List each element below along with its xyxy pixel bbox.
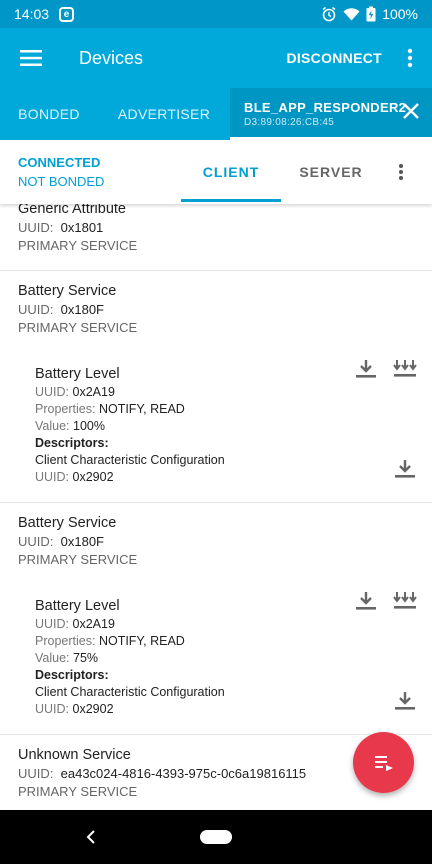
notification-icon: e [59,6,75,22]
characteristic-name: Battery Level [35,598,120,614]
device-address: D3:89:08:26:CB:45 [244,117,335,128]
hamburger-menu-icon [20,50,42,66]
service-name: Battery Service [18,515,117,531]
service-uuid: UUID: 0x180F [18,534,104,549]
wifi-icon [343,8,360,21]
notify-download-icon [393,360,417,377]
descriptor-uuid: UUID: 0x2902 [35,470,114,484]
descriptor-name: Client Characteristic Configuration [35,453,225,467]
close-device-button[interactable] [402,102,420,123]
bond-state-label: NOT BONDED [18,174,105,189]
notify-download-icon [393,592,417,609]
service-uuid: UUID: 0x1801 [18,220,104,235]
read-descriptor-button[interactable] [391,687,419,715]
read-descriptor-button[interactable] [391,455,419,483]
nav-home-button[interactable] [200,830,232,844]
enable-notifications-button[interactable] [391,355,419,383]
tab-client-label: CLIENT [202,164,260,180]
alarm-icon [322,6,336,22]
download-icon [356,592,376,610]
characteristic-uuid: UUID: 0x2A19 [35,617,115,631]
enable-notifications-button[interactable] [391,587,419,615]
tab-server[interactable]: SERVER [281,140,381,204]
descriptors-heading: Descriptors: [35,436,109,450]
descriptor-uuid: UUID: 0x2902 [35,702,114,716]
status-bar: 14:03 e 100% [0,0,432,28]
service-type: PRIMARY SERVICE [18,238,138,253]
connected-label: CONNECTED [18,155,101,170]
service-type: PRIMARY SERVICE [18,552,138,567]
read-value-button[interactable] [352,587,380,615]
service-list[interactable]: Generic Attribute UUID: 0x1801 PRIMARY S… [0,204,432,810]
download-icon [395,692,415,710]
characteristic-value: Value: 100% [35,419,105,433]
device-name: BLE_APP_RESPONDER2 [244,100,407,115]
characteristic-uuid: UUID: 0x2A19 [35,385,115,399]
service-type: PRIMARY SERVICE [18,320,138,335]
menu-button[interactable] [0,28,62,88]
more-vert-icon [407,48,413,68]
disconnect-button[interactable]: DISCONNECT [286,50,382,66]
tab-advertiser[interactable]: ADVERTISER [98,88,230,140]
tab-client[interactable]: CLIENT [181,140,281,204]
log-fab-button[interactable] [353,732,414,793]
service-uuid: UUID: 0x180F [18,302,104,317]
tab-server-label: SERVER [299,164,363,180]
device-tabs: BONDED ADVERTISER BLE_APP_RESPONDER2 D3:… [0,88,432,140]
connection-status: CONNECTED NOT BONDED [0,155,181,189]
characteristic-value: Value: 75% [35,651,99,665]
characteristic-properties: Properties: NOTIFY, READ [35,402,185,416]
status-time: 14:03 [14,6,50,22]
characteristic-properties: Properties: NOTIFY, READ [35,634,185,648]
page-title: Devices [79,47,144,68]
back-icon [86,830,95,844]
download-icon [395,460,415,478]
connection-bar: CONNECTED NOT BONDED CLIENT SERVER [0,140,432,204]
battery-percent: 100% [382,6,418,22]
read-value-button[interactable] [352,355,380,383]
tab-bonded[interactable]: BONDED [0,88,98,140]
service-item[interactable]: Generic Attribute UUID: 0x1801 PRIMARY S… [0,204,432,271]
descriptor-name: Client Characteristic Configuration [35,685,225,699]
connection-overflow-button[interactable] [381,140,421,204]
nav-back-button[interactable] [85,827,97,852]
tab-connected-device[interactable]: BLE_APP_RESPONDER2 D3:89:08:26:CB:45 [230,88,432,140]
system-nav-bar [0,810,432,864]
service-name: Battery Service [18,283,117,299]
client-tab-indicator [181,199,281,202]
characteristic-item[interactable]: Battery Level UUID: 0x2A19 Properties: N… [35,366,225,484]
descriptors-heading: Descriptors: [35,668,109,682]
log-list-icon [374,755,393,771]
battery-charging-icon [366,6,376,22]
service-name: Generic Attribute [18,204,126,217]
download-icon [356,360,376,378]
characteristic-item[interactable]: Battery Level UUID: 0x2A19 Properties: N… [35,598,225,716]
app-bar-overflow-button[interactable] [396,28,424,88]
more-vert-icon [399,164,403,180]
characteristic-name: Battery Level [35,366,120,382]
close-icon [403,103,419,119]
app-bar: Devices DISCONNECT [0,28,432,88]
